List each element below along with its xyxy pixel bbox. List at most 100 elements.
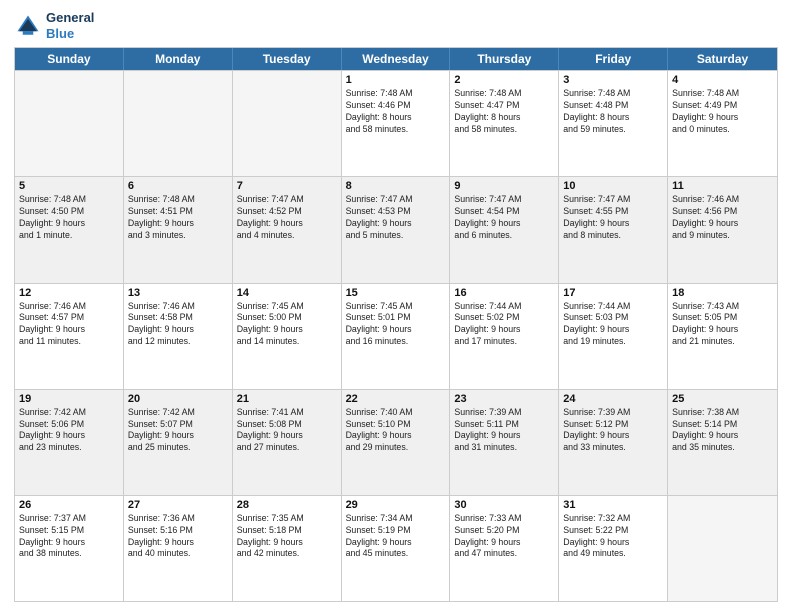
calendar-cell-5-2: 27Sunrise: 7:36 AM Sunset: 5:16 PM Dayli…: [124, 496, 233, 601]
calendar-cell-4-7: 25Sunrise: 7:38 AM Sunset: 5:14 PM Dayli…: [668, 390, 777, 495]
day-number: 5: [19, 180, 119, 192]
calendar-cell-4-3: 21 Sunrise: 7:41 AM Sunset: 5:08 PM Dayli…: [233, 390, 342, 495]
calendar-cell-1-7: 4 Sunrise: 7:48 AM Sunset: 4:49 PM Daylig…: [668, 71, 777, 176]
header-day-sunday: Sunday: [15, 48, 124, 70]
cell-info: Sunrise: 7:48 AM Sunset: 4:48 PM Dayligh…: [563, 88, 663, 136]
header-day-saturday: Saturday: [668, 48, 777, 70]
calendar-cell-5-7: [668, 496, 777, 601]
day-number: 20: [128, 393, 228, 405]
cell-info: Sunrise: 7:46 AM Sunset: 4:58 PM Dayligh…: [128, 301, 228, 349]
calendar-cell-2-6: 10 Sunrise: 7:47 AM Sunset: 4:55 PM Dayli…: [559, 177, 668, 282]
header-day-tuesday: Tuesday: [233, 48, 342, 70]
day-number: 23: [454, 393, 554, 405]
logo-text: General Blue: [46, 10, 94, 41]
day-number: 27: [128, 499, 228, 511]
day-number: 26: [19, 499, 119, 511]
day-number: 11: [672, 180, 773, 192]
day-number: 15: [346, 287, 446, 299]
day-number: 12: [19, 287, 119, 299]
header-day-thursday: Thursday: [450, 48, 559, 70]
calendar-cell-5-3: 28 Sunrise: 7:35 AM Sunset: 5:18 PM Dayli…: [233, 496, 342, 601]
calendar-cell-4-5: 23 Sunrise: 7:39 AM Sunset: 5:11 PM Dayli…: [450, 390, 559, 495]
day-number: 1: [346, 74, 446, 86]
cell-info: Sunrise: 7:40 AM Sunset: 5:10 PM Dayligh…: [346, 407, 446, 455]
calendar-cell-1-5: 2Sunrise: 7:48 AM Sunset: 4:47 PM Daylig…: [450, 71, 559, 176]
day-number: 4: [672, 74, 773, 86]
header-day-wednesday: Wednesday: [342, 48, 451, 70]
day-number: 16: [454, 287, 554, 299]
day-number: 10: [563, 180, 663, 192]
cell-info: Sunrise: 7:39 AM Sunset: 5:11 PM Dayligh…: [454, 407, 554, 455]
cell-info: Sunrise: 7:43 AM Sunset: 5:05 PM Dayligh…: [672, 301, 773, 349]
calendar-cell-1-2: [124, 71, 233, 176]
calendar: SundayMondayTuesdayWednesdayThursdayFrid…: [14, 47, 778, 602]
cell-info: Sunrise: 7:48 AM Sunset: 4:51 PM Dayligh…: [128, 194, 228, 242]
cell-info: Sunrise: 7:45 AM Sunset: 5:00 PM Dayligh…: [237, 301, 337, 349]
day-number: 19: [19, 393, 119, 405]
cell-info: Sunrise: 7:38 AM Sunset: 5:14 PM Dayligh…: [672, 407, 773, 455]
cell-info: Sunrise: 7:48 AM Sunset: 4:46 PM Dayligh…: [346, 88, 446, 136]
day-number: 18: [672, 287, 773, 299]
calendar-cell-3-3: 14 Sunrise: 7:45 AM Sunset: 5:00 PM Dayli…: [233, 284, 342, 389]
cell-info: Sunrise: 7:33 AM Sunset: 5:20 PM Dayligh…: [454, 513, 554, 561]
day-number: 3: [563, 74, 663, 86]
day-number: 29: [346, 499, 446, 511]
calendar-cell-1-6: 3 Sunrise: 7:48 AM Sunset: 4:48 PM Daylig…: [559, 71, 668, 176]
day-number: 21: [237, 393, 337, 405]
calendar-row-1: 1 Sunrise: 7:48 AM Sunset: 4:46 PM Daylig…: [15, 70, 777, 176]
day-number: 22: [346, 393, 446, 405]
day-number: 6: [128, 180, 228, 192]
calendar-cell-3-5: 16Sunrise: 7:44 AM Sunset: 5:02 PM Dayli…: [450, 284, 559, 389]
calendar-cell-1-3: [233, 71, 342, 176]
calendar-cell-3-4: 15 Sunrise: 7:45 AM Sunset: 5:01 PM Dayli…: [342, 284, 451, 389]
calendar-header: SundayMondayTuesdayWednesdayThursdayFrid…: [15, 48, 777, 70]
day-number: 31: [563, 499, 663, 511]
cell-info: Sunrise: 7:48 AM Sunset: 4:50 PM Dayligh…: [19, 194, 119, 242]
calendar-cell-2-5: 9 Sunrise: 7:47 AM Sunset: 4:54 PM Daylig…: [450, 177, 559, 282]
calendar-cell-2-4: 8Sunrise: 7:47 AM Sunset: 4:53 PM Daylig…: [342, 177, 451, 282]
day-number: 28: [237, 499, 337, 511]
calendar-cell-3-6: 17 Sunrise: 7:44 AM Sunset: 5:03 PM Dayli…: [559, 284, 668, 389]
cell-info: Sunrise: 7:45 AM Sunset: 5:01 PM Dayligh…: [346, 301, 446, 349]
calendar-cell-4-1: 19Sunrise: 7:42 AM Sunset: 5:06 PM Dayli…: [15, 390, 124, 495]
cell-info: Sunrise: 7:47 AM Sunset: 4:54 PM Dayligh…: [454, 194, 554, 242]
cell-info: Sunrise: 7:46 AM Sunset: 4:56 PM Dayligh…: [672, 194, 773, 242]
cell-info: Sunrise: 7:46 AM Sunset: 4:57 PM Dayligh…: [19, 301, 119, 349]
calendar-body: 1 Sunrise: 7:48 AM Sunset: 4:46 PM Daylig…: [15, 70, 777, 601]
calendar-cell-2-7: 11 Sunrise: 7:46 AM Sunset: 4:56 PM Dayli…: [668, 177, 777, 282]
cell-info: Sunrise: 7:44 AM Sunset: 5:03 PM Dayligh…: [563, 301, 663, 349]
cell-info: Sunrise: 7:34 AM Sunset: 5:19 PM Dayligh…: [346, 513, 446, 561]
day-number: 8: [346, 180, 446, 192]
calendar-cell-5-6: 31 Sunrise: 7:32 AM Sunset: 5:22 PM Dayli…: [559, 496, 668, 601]
calendar-cell-4-2: 20 Sunrise: 7:42 AM Sunset: 5:07 PM Dayli…: [124, 390, 233, 495]
header: General Blue: [14, 10, 778, 41]
day-number: 17: [563, 287, 663, 299]
cell-info: Sunrise: 7:48 AM Sunset: 4:49 PM Dayligh…: [672, 88, 773, 136]
cell-info: Sunrise: 7:42 AM Sunset: 5:07 PM Dayligh…: [128, 407, 228, 455]
calendar-cell-2-3: 7Sunrise: 7:47 AM Sunset: 4:52 PM Daylig…: [233, 177, 342, 282]
calendar-cell-5-5: 30Sunrise: 7:33 AM Sunset: 5:20 PM Dayli…: [450, 496, 559, 601]
cell-info: Sunrise: 7:47 AM Sunset: 4:52 PM Dayligh…: [237, 194, 337, 242]
calendar-cell-4-4: 22 Sunrise: 7:40 AM Sunset: 5:10 PM Dayli…: [342, 390, 451, 495]
cell-info: Sunrise: 7:41 AM Sunset: 5:08 PM Dayligh…: [237, 407, 337, 455]
calendar-cell-3-7: 18 Sunrise: 7:43 AM Sunset: 5:05 PM Dayli…: [668, 284, 777, 389]
calendar-cell-1-1: [15, 71, 124, 176]
calendar-row-5: 26 Sunrise: 7:37 AM Sunset: 5:15 PM Dayli…: [15, 495, 777, 601]
cell-info: Sunrise: 7:35 AM Sunset: 5:18 PM Dayligh…: [237, 513, 337, 561]
calendar-cell-5-1: 26 Sunrise: 7:37 AM Sunset: 5:15 PM Dayli…: [15, 496, 124, 601]
page: General Blue SundayMondayTuesdayWednesda…: [0, 0, 792, 612]
calendar-cell-4-6: 24Sunrise: 7:39 AM Sunset: 5:12 PM Dayli…: [559, 390, 668, 495]
day-number: 9: [454, 180, 554, 192]
logo-icon: [14, 12, 42, 40]
calendar-row-2: 5 Sunrise: 7:48 AM Sunset: 4:50 PM Daylig…: [15, 176, 777, 282]
cell-info: Sunrise: 7:39 AM Sunset: 5:12 PM Dayligh…: [563, 407, 663, 455]
cell-info: Sunrise: 7:32 AM Sunset: 5:22 PM Dayligh…: [563, 513, 663, 561]
cell-info: Sunrise: 7:47 AM Sunset: 4:55 PM Dayligh…: [563, 194, 663, 242]
day-number: 14: [237, 287, 337, 299]
header-day-friday: Friday: [559, 48, 668, 70]
cell-info: Sunrise: 7:37 AM Sunset: 5:15 PM Dayligh…: [19, 513, 119, 561]
calendar-cell-2-2: 6 Sunrise: 7:48 AM Sunset: 4:51 PM Daylig…: [124, 177, 233, 282]
header-day-monday: Monday: [124, 48, 233, 70]
calendar-cell-1-4: 1 Sunrise: 7:48 AM Sunset: 4:46 PM Daylig…: [342, 71, 451, 176]
calendar-row-4: 19Sunrise: 7:42 AM Sunset: 5:06 PM Dayli…: [15, 389, 777, 495]
